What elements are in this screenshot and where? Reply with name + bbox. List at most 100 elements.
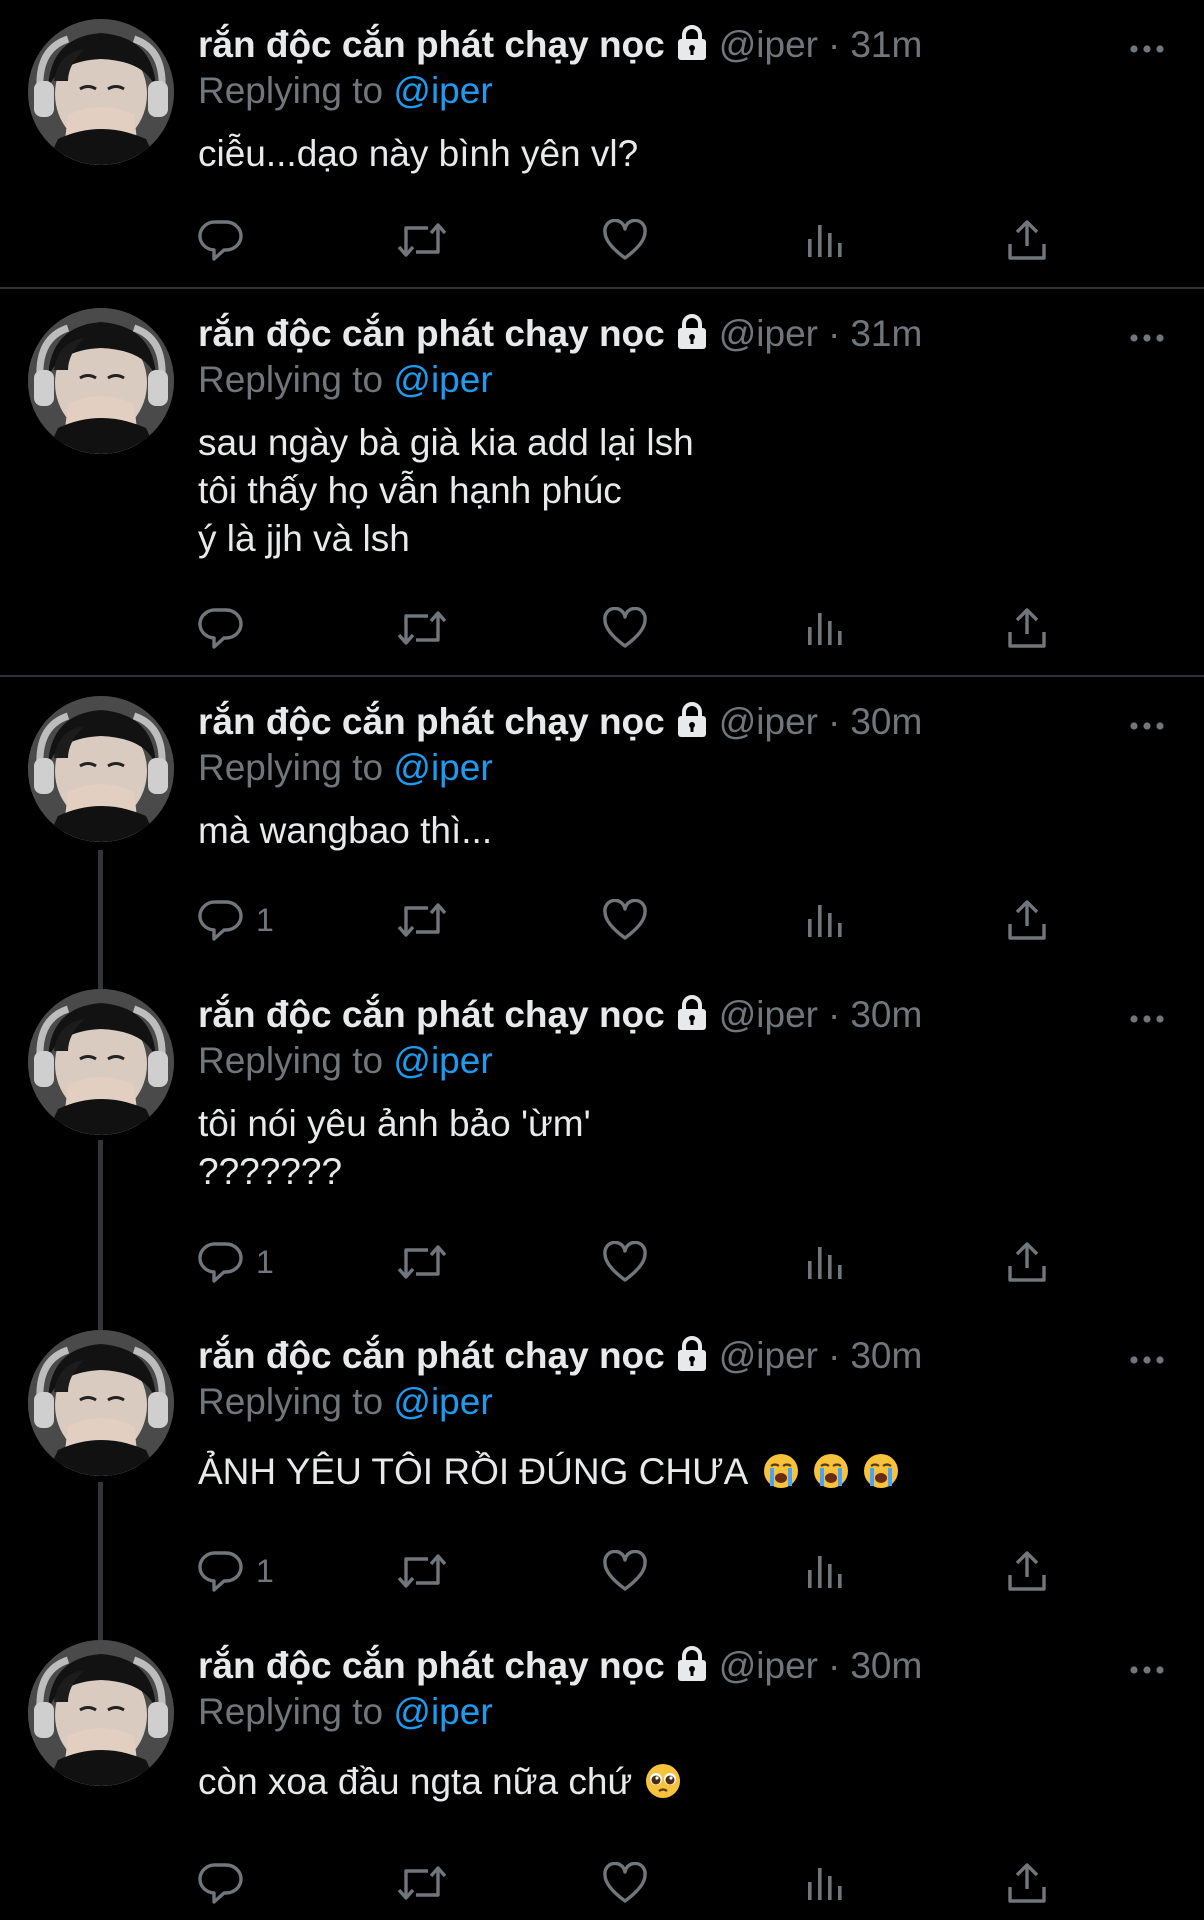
reply-icon xyxy=(198,1861,244,1905)
tweet[interactable]: rắn độc cắn phát chạy nọc @iper · 31m Reply… xyxy=(0,0,1204,289)
author-handle[interactable]: @iper xyxy=(719,1335,818,1376)
tweet-text-line: còn xoa đầu ngta nữa chứ xyxy=(198,1758,682,1806)
avatar[interactable] xyxy=(28,1640,174,1786)
replying-prefix: Replying to xyxy=(198,747,384,788)
action-bar xyxy=(0,215,1204,265)
tweet[interactable]: rắn độc cắn phát chạy nọc @iper · 30m Reply… xyxy=(0,970,1204,1310)
share-button[interactable] xyxy=(1006,603,1048,653)
more-icon[interactable] xyxy=(1130,1010,1164,1023)
like-button[interactable] xyxy=(602,895,648,945)
reply-button[interactable]: 1 xyxy=(198,1237,274,1287)
author-handle[interactable]: @iper xyxy=(719,994,818,1035)
timestamp[interactable]: 31m xyxy=(850,313,922,354)
mention-link[interactable]: @iper xyxy=(393,70,492,111)
retweet-icon xyxy=(396,898,448,942)
mention-link[interactable]: @iper xyxy=(393,1691,492,1732)
author-name[interactable]: rắn độc cắn phát chạy nọc xyxy=(198,313,665,354)
timestamp[interactable]: 31m xyxy=(850,24,922,65)
author-name[interactable]: rắn độc cắn phát chạy nọc xyxy=(198,24,665,65)
more-icon[interactable] xyxy=(1130,40,1164,53)
share-button[interactable] xyxy=(1006,1546,1048,1596)
avatar[interactable] xyxy=(28,19,174,165)
views-icon xyxy=(806,1552,846,1590)
more-icon[interactable] xyxy=(1130,329,1164,342)
timestamp[interactable]: 30m xyxy=(850,994,922,1035)
retweet-button[interactable] xyxy=(396,1546,448,1596)
timestamp[interactable]: 30m xyxy=(850,701,922,742)
retweet-icon xyxy=(396,218,448,262)
views-button[interactable] xyxy=(806,215,846,265)
author-handle[interactable]: @iper xyxy=(719,701,818,742)
share-icon xyxy=(1006,1549,1048,1593)
like-button[interactable] xyxy=(602,215,648,265)
avatar[interactable] xyxy=(28,989,174,1135)
views-icon xyxy=(806,901,846,939)
avatar[interactable] xyxy=(28,696,174,842)
author-name[interactable]: rắn độc cắn phát chạy nọc xyxy=(198,1645,665,1686)
timestamp[interactable]: 30m xyxy=(850,1335,922,1376)
action-bar xyxy=(0,603,1204,653)
reply-button[interactable]: 1 xyxy=(198,1546,274,1596)
timestamp[interactable]: 30m xyxy=(850,1645,922,1686)
more-icon[interactable] xyxy=(1130,717,1164,730)
retweet-button[interactable] xyxy=(396,1858,448,1908)
mention-link[interactable]: @iper xyxy=(393,359,492,400)
share-button[interactable] xyxy=(1006,1237,1048,1287)
retweet-button[interactable] xyxy=(396,215,448,265)
retweet-button[interactable] xyxy=(396,895,448,945)
tweet-header: rắn độc cắn phát chạy nọc @iper · 31m xyxy=(198,311,922,361)
like-button[interactable] xyxy=(602,1858,648,1908)
retweet-button[interactable] xyxy=(396,1237,448,1287)
tweet-text-content: còn xoa đầu ngta nữa chứ xyxy=(198,1761,633,1802)
lock-icon xyxy=(675,1646,709,1693)
views-button[interactable] xyxy=(806,1858,846,1908)
reply-button[interactable] xyxy=(198,603,244,653)
views-button[interactable] xyxy=(806,603,846,653)
mention-link[interactable]: @iper xyxy=(393,1381,492,1422)
tweet[interactable]: rắn độc cắn phát chạy nọc @iper · 31m Reply… xyxy=(0,289,1204,677)
mention-link[interactable]: @iper xyxy=(393,1040,492,1081)
retweet-icon xyxy=(396,606,448,650)
reply-button[interactable] xyxy=(198,215,244,265)
like-button[interactable] xyxy=(602,1237,648,1287)
tweet[interactable]: rắn độc cắn phát chạy nọc @iper · 30m Reply… xyxy=(0,1621,1204,1920)
author-handle[interactable]: @iper xyxy=(719,24,818,65)
replying-to: Replying to @iper xyxy=(198,1379,493,1425)
share-button[interactable] xyxy=(1006,1858,1048,1908)
reply-button[interactable] xyxy=(198,1858,244,1908)
views-button[interactable] xyxy=(806,895,846,945)
mention-link[interactable]: @iper xyxy=(393,747,492,788)
action-bar: 1 xyxy=(0,1546,1204,1596)
more-icon[interactable] xyxy=(1130,1351,1164,1364)
replying-prefix: Replying to xyxy=(198,1691,384,1732)
avatar[interactable] xyxy=(28,308,174,454)
author-name[interactable]: rắn độc cắn phát chạy nọc xyxy=(198,701,665,742)
tweet-header: rắn độc cắn phát chạy nọc @iper · 30m xyxy=(198,699,922,749)
tweet-header: rắn độc cắn phát chạy nọc @iper · 31m xyxy=(198,22,922,72)
lock-icon xyxy=(675,314,709,361)
share-button[interactable] xyxy=(1006,215,1048,265)
share-button[interactable] xyxy=(1006,895,1048,945)
avatar[interactable] xyxy=(28,1330,174,1476)
retweet-button[interactable] xyxy=(396,603,448,653)
reply-button[interactable]: 1 xyxy=(198,895,274,945)
like-icon xyxy=(602,607,648,649)
tweet-header: rắn độc cắn phát chạy nọc @iper · 30m xyxy=(198,1333,922,1383)
views-button[interactable] xyxy=(806,1546,846,1596)
tweet-feed: rắn độc cắn phát chạy nọc @iper · 31m Reply… xyxy=(0,0,1204,1920)
tweet-text: còn xoa đầu ngta nữa chứ xyxy=(198,1758,682,1806)
tweet-text: mà wangbao thì... xyxy=(198,807,492,855)
tweet-text-line: tôi thấy họ vẫn hạnh phúc xyxy=(198,470,622,511)
like-button[interactable] xyxy=(602,603,648,653)
more-icon[interactable] xyxy=(1130,1661,1164,1674)
author-name[interactable]: rắn độc cắn phát chạy nọc xyxy=(198,994,665,1035)
views-button[interactable] xyxy=(806,1237,846,1287)
emoji-group-crying xyxy=(748,1451,900,1492)
tweet[interactable]: rắn độc cắn phát chạy nọc @iper · 30m Reply… xyxy=(0,1311,1204,1620)
tweet[interactable]: rắn độc cắn phát chạy nọc @iper · 30m Reply… xyxy=(0,677,1204,969)
author-handle[interactable]: @iper xyxy=(719,1645,818,1686)
tweet-text-line: ẢNH YÊU TÔI RỒI ĐÚNG CHƯA xyxy=(198,1448,900,1496)
like-button[interactable] xyxy=(602,1546,648,1596)
author-handle[interactable]: @iper xyxy=(719,313,818,354)
author-name[interactable]: rắn độc cắn phát chạy nọc xyxy=(198,1335,665,1376)
